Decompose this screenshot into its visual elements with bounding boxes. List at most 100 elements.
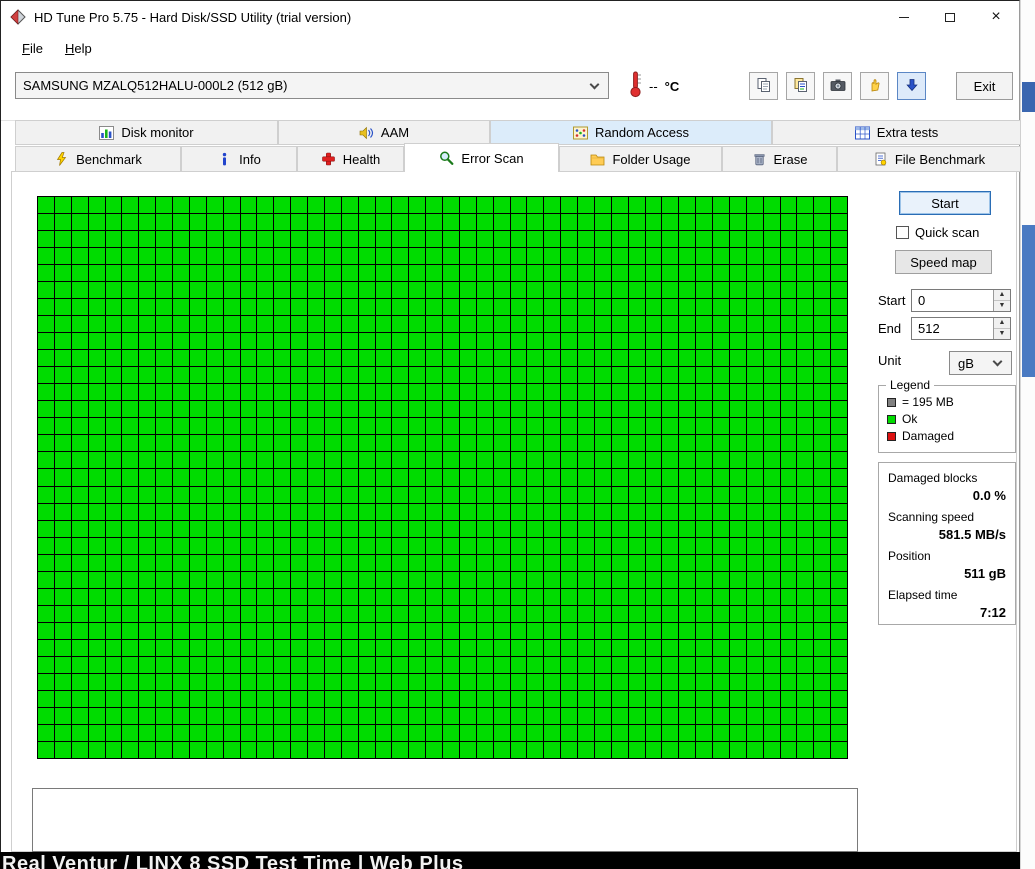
scan-block [392, 333, 409, 350]
scan-block [443, 537, 459, 554]
tab-random-access[interactable]: Random Access [490, 120, 772, 145]
close-button[interactable]: × [973, 1, 1019, 33]
scan-block [341, 401, 358, 418]
spin-down-icon[interactable]: ▼ [994, 301, 1010, 311]
scan-block [240, 622, 257, 639]
scan-block [561, 520, 577, 537]
scan-block [189, 231, 206, 248]
copy-results-button[interactable] [786, 72, 815, 100]
scan-block [240, 197, 257, 214]
scan-block [578, 554, 594, 571]
quick-scan-checkbox[interactable] [896, 226, 909, 239]
tab-disk-monitor[interactable]: Disk monitor [15, 120, 278, 145]
scan-block [308, 639, 324, 656]
scan-block [831, 707, 847, 724]
scan-block [206, 554, 223, 571]
scan-block [105, 401, 122, 418]
scan-block [493, 435, 510, 452]
scan-block [594, 622, 611, 639]
scan-block [341, 350, 358, 367]
download-update-button[interactable] [897, 72, 926, 100]
scan-block [679, 231, 696, 248]
scan-block [679, 214, 696, 231]
tab-file-benchmark[interactable]: File Benchmark [837, 146, 1021, 172]
scan-block [696, 469, 712, 486]
scan-block [71, 639, 88, 656]
speed-map-button[interactable]: Speed map [895, 250, 992, 274]
menu-file[interactable]: File [13, 37, 52, 60]
scan-block [662, 367, 679, 384]
scan-block [814, 537, 831, 554]
scan-block [510, 537, 527, 554]
scan-block [594, 656, 611, 673]
scan-block [426, 248, 442, 265]
end-range-input[interactable]: 512 ▲ ▼ [911, 317, 1011, 340]
scan-block [459, 571, 476, 588]
scan-block [459, 248, 476, 265]
scan-block [476, 690, 493, 707]
tab-info[interactable]: Info [181, 146, 297, 172]
scan-block [645, 435, 662, 452]
scan-block [729, 639, 746, 656]
scan-block [240, 656, 257, 673]
spin-up-icon[interactable]: ▲ [994, 290, 1010, 301]
scan-block [594, 231, 611, 248]
tab-folder-usage[interactable]: Folder Usage [559, 146, 722, 172]
tab-health[interactable]: Health [297, 146, 404, 172]
scan-block [476, 639, 493, 656]
scan-block [274, 690, 291, 707]
scan-block [561, 452, 577, 469]
hand-button[interactable] [860, 72, 889, 100]
quick-scan-option[interactable]: Quick scan [896, 225, 979, 240]
scan-block [206, 299, 223, 316]
scan-block [780, 265, 797, 282]
scan-block [409, 554, 426, 571]
maximize-button[interactable] [927, 1, 973, 33]
start-range-input[interactable]: 0 ▲ ▼ [911, 289, 1011, 312]
scan-block [578, 571, 594, 588]
tab-erase[interactable]: Erase [722, 146, 837, 172]
tab-benchmark[interactable]: Benchmark [15, 146, 181, 172]
scan-block [443, 588, 459, 605]
scan-block [139, 231, 156, 248]
scan-log-textbox[interactable] [32, 788, 858, 852]
scan-block [257, 299, 274, 316]
scan-block [780, 741, 797, 758]
unit-selector[interactable]: gB [949, 351, 1012, 375]
scan-block [341, 622, 358, 639]
scan-block [544, 724, 561, 741]
scan-block [797, 248, 814, 265]
spin-down-icon[interactable]: ▼ [994, 329, 1010, 339]
scan-block [392, 588, 409, 605]
scan-block [38, 401, 54, 418]
spin-up-icon[interactable]: ▲ [994, 318, 1010, 329]
scan-block [206, 316, 223, 333]
scan-block [274, 741, 291, 758]
scan-block [71, 690, 88, 707]
scan-block [122, 299, 139, 316]
scan-block [628, 350, 645, 367]
scan-block [426, 350, 442, 367]
minimize-button[interactable] [881, 1, 927, 33]
scan-block [814, 486, 831, 503]
scan-block [156, 452, 172, 469]
tab-extra-tests[interactable]: Extra tests [772, 120, 1021, 145]
start-scan-button[interactable]: Start [899, 191, 991, 215]
scan-block [662, 384, 679, 401]
scan-block [544, 265, 561, 282]
menu-help[interactable]: Help [56, 37, 101, 60]
drive-selector[interactable]: SAMSUNG MZALQ512HALU-000L2 (512 gB) [15, 72, 609, 99]
scan-block [729, 690, 746, 707]
tab-aam[interactable]: AAM [278, 120, 490, 145]
screenshot-button[interactable] [823, 72, 852, 100]
scan-block [240, 367, 257, 384]
tab-error-scan[interactable]: Error Scan [404, 143, 559, 172]
copy-button[interactable] [749, 72, 778, 100]
scan-block [105, 367, 122, 384]
scan-block [493, 690, 510, 707]
scan-block [459, 418, 476, 435]
scan-block [443, 656, 459, 673]
scan-block [341, 741, 358, 758]
exit-button[interactable]: Exit [956, 72, 1013, 100]
scan-block [105, 707, 122, 724]
